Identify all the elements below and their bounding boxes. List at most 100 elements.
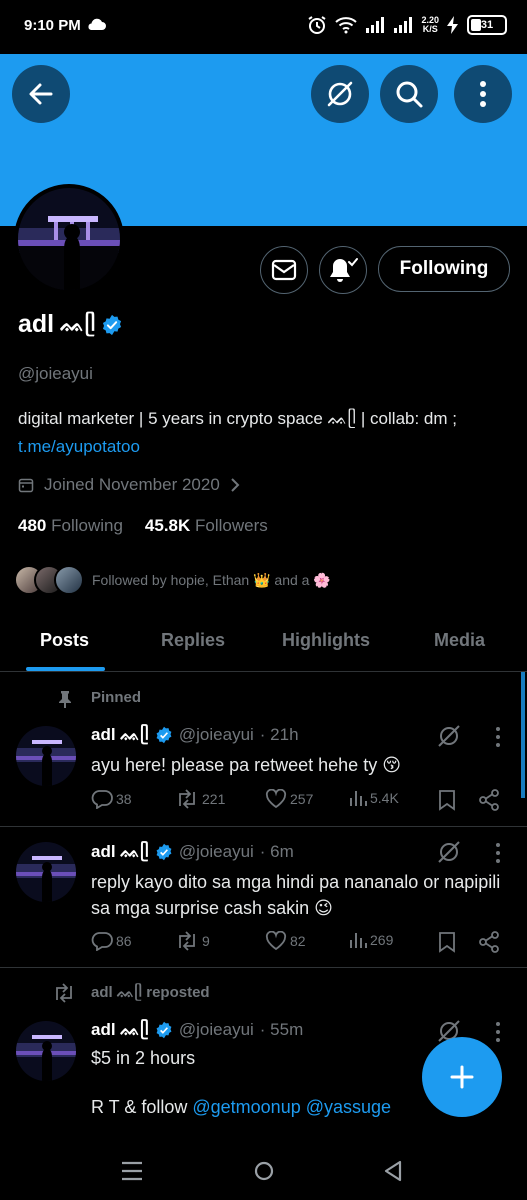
followed-by[interactable]: Followed by hopie, Ethan 👑 and a 🌸 [14,563,331,597]
repost-count: 221 [202,791,226,807]
views-icon [350,933,367,948]
views-button[interactable]: 269 [349,931,393,949]
repost-icon [56,983,72,1003]
following-stat[interactable]: 480 Following [18,516,123,536]
followers-stat[interactable]: 45.8K Followers [145,516,268,536]
circle-icon[interactable] [252,1160,276,1182]
post-author[interactable]: adl ᨐᥫ [91,725,149,745]
profile-name-text: adl [18,310,55,338]
views-icon [350,791,367,806]
tab-posts[interactable]: Posts [40,630,89,651]
heart-icon [265,789,287,809]
bookmark-icon[interactable] [438,789,456,811]
battery-icon: 31 [467,15,507,35]
triangle-back-icon[interactable] [382,1160,404,1182]
profile-handle: @joieayui [18,364,93,383]
post-item[interactable]: Pinned adl ᨐᥫ @joieayui · 21h ayu here! … [0,673,527,827]
like-button[interactable]: 82 [265,931,306,951]
like-button[interactable]: 257 [265,789,313,809]
post-handle: @joieayui [178,725,254,744]
menu-icon[interactable] [120,1160,144,1182]
joined-text: Joined November 2020 [44,475,220,494]
post-header: adl ᨐᥫ @joieayui · 6m [91,842,294,862]
profile-tabs: Posts Replies Highlights Media [0,618,527,672]
post-text: ayu here! please pa retweet hehe ty 😚 [91,755,401,775]
system-nav-bar [0,1142,527,1200]
reply-button[interactable]: 38 [91,789,132,809]
avatar-photo [18,188,120,290]
follower-avatar [54,565,84,595]
bio-text: digital marketer | 5 years in crypto spa… [18,409,457,428]
more-vertical-icon[interactable] [494,726,502,748]
profile-avatar[interactable] [14,184,124,294]
calendar-icon [18,478,34,493]
reply-count: 38 [116,791,132,807]
followers-count: 45.8K [144,516,191,535]
status-bar: 9:10 PM 2.20 K/S 31 [0,0,527,54]
bio-link[interactable]: t.me/ayupotatoo [18,433,513,461]
post-text-prefix: R T & follow [91,1097,193,1117]
post-actions: 38 221 257 5.4K [91,789,511,813]
like-count: 257 [290,791,314,807]
joined-date[interactable]: Joined November 2020 [18,475,240,495]
pinned-label: Pinned [91,689,142,706]
followers-label: Followers [195,516,268,535]
grok-button[interactable] [311,65,369,123]
verified-badge-icon [156,843,172,861]
repost-icon [179,789,195,809]
verified-badge-icon [156,1021,172,1039]
profile-bio: digital marketer | 5 years in crypto spa… [18,405,513,461]
like-count: 82 [290,933,306,949]
tab-highlights[interactable]: Highlights [282,630,370,651]
battery-level: 31 [480,19,494,31]
post-avatar[interactable] [16,842,76,902]
reply-button[interactable]: 86 [91,931,132,951]
mention-link[interactable]: @yassuge [306,1097,391,1117]
post-avatar[interactable] [16,1021,76,1081]
compose-button[interactable] [422,1037,502,1117]
net-speed: 2.20 K/S [421,16,439,34]
post-actions: 86 9 82 269 [91,931,511,955]
repost-icon [179,931,195,951]
wifi-icon [335,17,358,34]
repost-button[interactable]: 9 [175,931,210,951]
view-count: 269 [370,932,394,948]
mention-link[interactable]: @getmoonup [192,1097,300,1117]
signal-icon [366,17,385,33]
message-button[interactable] [260,246,308,294]
reply-count: 86 [116,933,132,949]
bookmark-icon[interactable] [438,931,456,953]
tab-replies[interactable]: Replies [161,630,225,651]
views-button[interactable]: 5.4K [349,789,399,807]
post-time: · 21h [259,725,299,744]
verified-badge-icon [103,314,122,335]
post-author[interactable]: adl ᨐᥫ [91,1020,149,1040]
grok-icon[interactable] [436,723,462,749]
post-item[interactable]: adl ᨐᥫ @joieayui · 6m reply kayo dito sa… [0,827,527,968]
repost-button[interactable]: 221 [175,789,225,809]
tab-media[interactable]: Media [434,630,485,651]
view-count: 5.4K [370,790,399,806]
post-time: · 6m [259,842,294,861]
back-button[interactable] [12,65,70,123]
alarm-icon [308,16,327,34]
more-button[interactable] [454,65,512,123]
share-icon[interactable] [478,931,500,953]
pin-icon [59,691,71,708]
post-time: · 55m [259,1020,304,1039]
more-vertical-icon[interactable] [494,842,502,864]
post-handle: @joieayui [178,842,254,861]
notifications-button[interactable] [319,246,367,294]
status-icons: 2.20 K/S 31 [307,14,507,36]
grok-icon[interactable] [436,839,462,865]
bell-check-icon [330,258,358,282]
following-count: 480 [18,516,47,535]
post-author[interactable]: adl ᨐᥫ [91,842,149,862]
post-avatar[interactable] [16,726,76,786]
active-tab-indicator [26,667,105,671]
share-icon[interactable] [478,789,500,811]
more-vertical-icon[interactable] [494,1021,502,1043]
profile-name-emoji: ᨐᥫ [60,312,96,336]
following-button[interactable]: Following [378,246,510,292]
search-button[interactable] [380,65,438,123]
